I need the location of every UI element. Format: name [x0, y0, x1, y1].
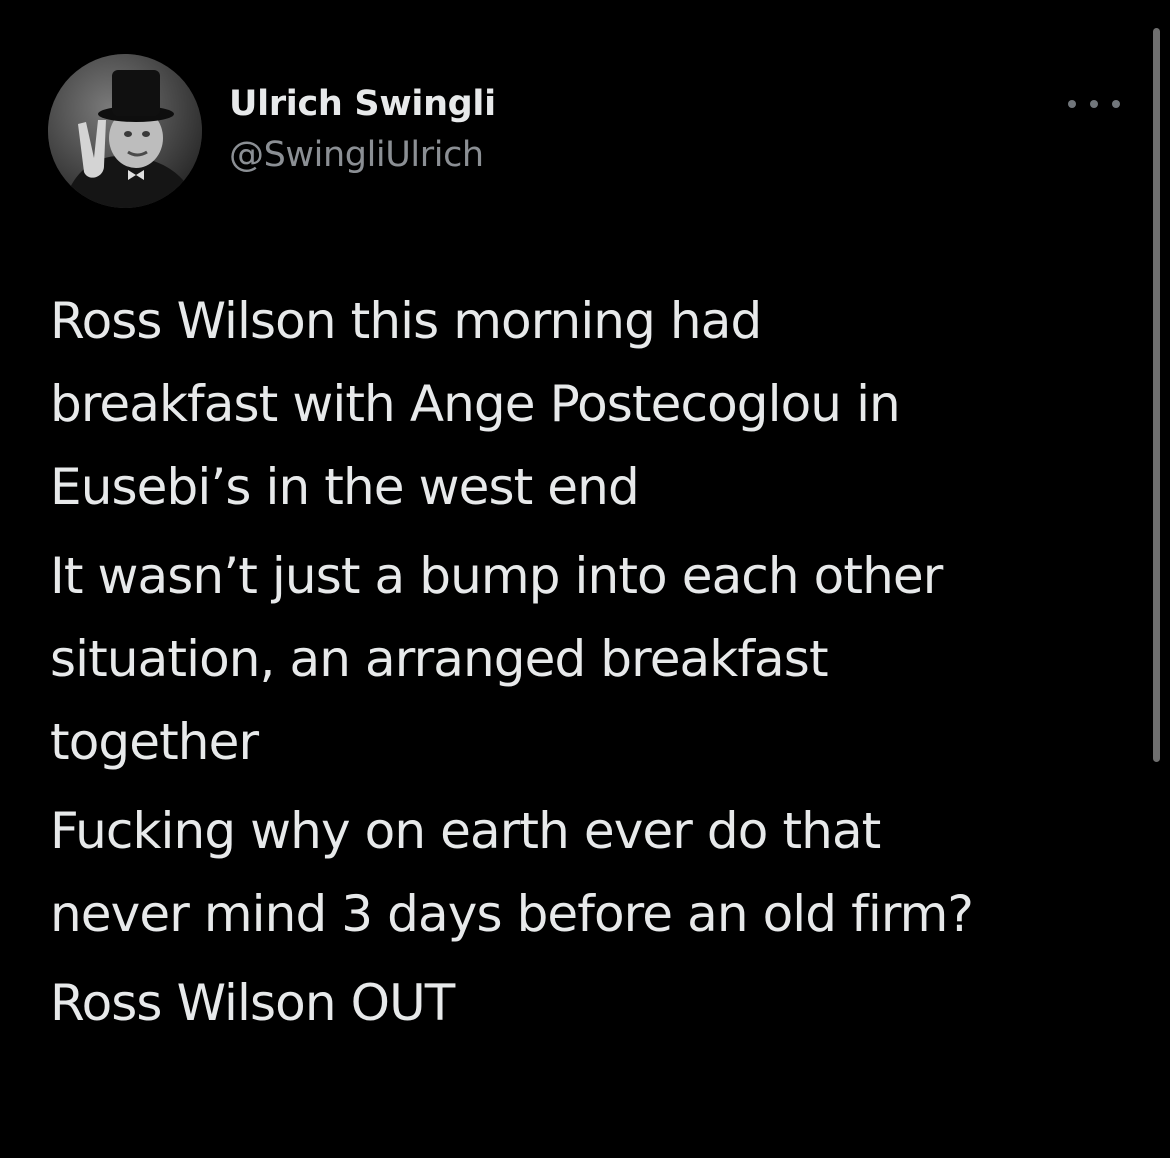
- profile-photo-icon: [48, 54, 202, 208]
- tweet-paragraph: It wasn’t just a bump into each other si…: [50, 547, 943, 771]
- tweet: Ulrich Swingli @SwingliUlrich Ross Wilso…: [0, 0, 1170, 1158]
- author-handle[interactable]: @SwingliUlrich: [229, 132, 496, 178]
- more-horizontal-icon-dot: [1090, 100, 1098, 108]
- tweet-paragraph: Fucking why on earth ever do that never …: [50, 802, 974, 943]
- tweet-text: Ross Wilson this morning had breakfast w…: [50, 280, 1125, 1051]
- scrollbar[interactable]: [1153, 28, 1160, 762]
- avatar[interactable]: [48, 54, 202, 208]
- more-options-button[interactable]: [1068, 90, 1120, 118]
- more-horizontal-icon: [1068, 100, 1076, 108]
- tweet-paragraph: Ross Wilson OUT: [50, 974, 455, 1032]
- author-info: Ulrich Swingli @SwingliUlrich: [229, 82, 496, 178]
- tweet-paragraph: Ross Wilson this morning had breakfast w…: [50, 292, 901, 516]
- more-horizontal-icon-dot: [1112, 100, 1120, 108]
- author-display-name[interactable]: Ulrich Swingli: [229, 82, 496, 126]
